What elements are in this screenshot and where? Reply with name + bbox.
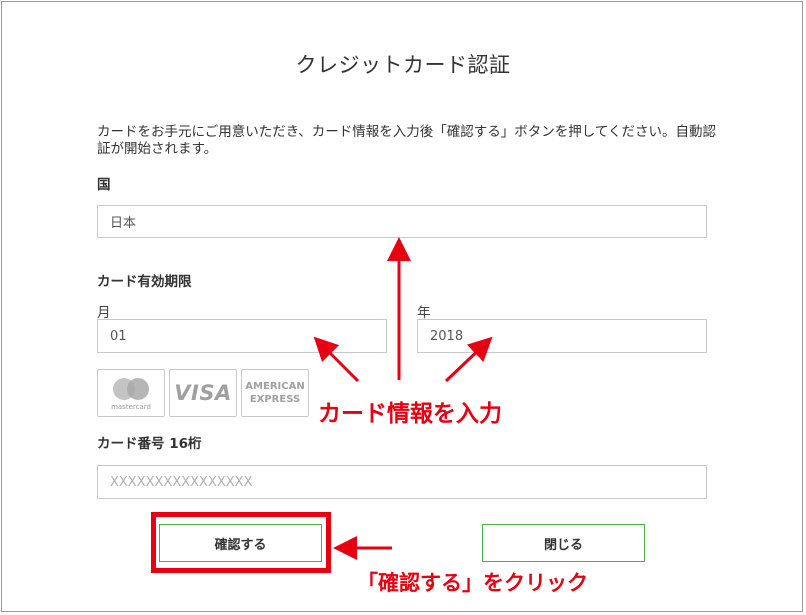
- enter-card-info-annotation: カード情報を入力: [318, 401, 502, 427]
- arrow-to-year-icon: [444, 336, 493, 383]
- arrow-to-month-icon: [313, 336, 360, 383]
- click-confirm-annotation: 「確認する」をクリック: [357, 571, 588, 595]
- annotation-arrows: [313, 237, 493, 560]
